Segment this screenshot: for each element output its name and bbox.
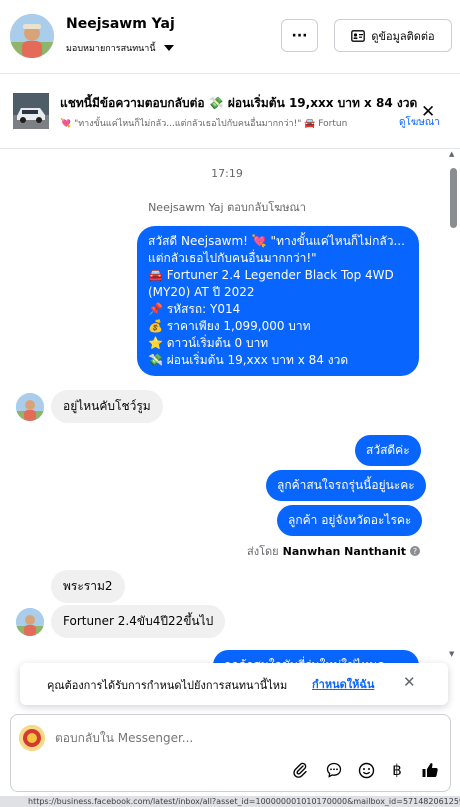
ad-reply-line: 💸 ผ่อนเริ่มต้น 19,xxx บาท x 84 งวด [148, 353, 349, 367]
more-icon: ··· [291, 27, 308, 44]
ad-snippet: 💘 "ทางขั้นแค่ไหนก็ไม่กลัว...แต่กลัวเธอไป… [60, 119, 348, 129]
customer-avatar-small[interactable] [16, 393, 44, 421]
ad-reply-line: แต่กลัวเธอไปกับคนอื่นมากกว่า!" [148, 251, 317, 265]
ad-reply-line: (MY20) AT ปี 2022 [148, 285, 255, 299]
customer-avatar[interactable] [10, 14, 54, 58]
close-icon[interactable]: ✕ [403, 673, 416, 691]
reply-input[interactable] [55, 731, 435, 745]
emoji-icon[interactable] [355, 759, 377, 781]
assign-label: มอบหมายการสนทนานี้ [66, 44, 156, 54]
info-icon[interactable]: ? [410, 546, 420, 556]
sent-by-prefix: ส่งโดย [247, 545, 279, 558]
ad-reply-line: 🚘 Fortuner 2.4 Legender Black Top 4WD [148, 268, 394, 282]
more-button[interactable]: ··· [281, 19, 318, 52]
ad-reply-line: ⭐ ดาวน์เริ่มต้น 0 บาท [148, 336, 269, 350]
customer-avatar-small[interactable] [16, 608, 44, 636]
outgoing-message: สวัสดีค่ะ [355, 435, 421, 466]
chat-scrollbar[interactable]: ▲ ▼ [449, 150, 458, 662]
incoming-message: Fortuner 2.4ขับ4ปี22ขึ้นไป [51, 605, 226, 638]
page-avatar [19, 725, 45, 751]
assign-to-me-link[interactable]: กำหนดให้ฉัน [312, 675, 374, 693]
incoming-message: อยู่ไหนคับโชว์รูม [51, 390, 163, 423]
outgoing-message: ลูกค้า อยู่จังหวัดอะไรคะ [277, 505, 423, 536]
outgoing-message: ลูกค้าสนใจรถรุ่นนี้อยู่นะคะ [266, 470, 426, 501]
message-timestamp: 17:19 [211, 167, 243, 180]
assign-prompt-text: คุณต้องการได้รับการกำหนดไปยังการสนทนานี้… [47, 679, 288, 692]
ad-title: แชทนี้มีข้อความตอบกลับต่อ 💸 ผ่อนเริ่มต้น… [60, 96, 418, 110]
message-composer: ฿ [10, 714, 451, 792]
ad-reply-line: สวัสดี Neejsawm! 💘 "ทางขั้นแค่ไหนก็ไม่กล… [148, 234, 405, 248]
chevron-down-icon [163, 45, 174, 51]
sent-by-label: ส่งโดย Nanwhan Nanthanit ? [247, 542, 420, 560]
payment-icon[interactable]: ฿ [386, 759, 408, 781]
view-contact-label: ดูข้อมูลติดต่อ [371, 29, 435, 43]
view-ad-link[interactable]: ดูโฆษณา [399, 115, 440, 130]
replied-to-ad-label: Neejsawm Yaj ตอบกลับโฆษณา [148, 201, 306, 214]
scroll-down-icon[interactable]: ▼ [449, 650, 454, 658]
scrollbar-thumb[interactable] [450, 168, 457, 228]
conversation-panel: Neejsawm Yaj มอบหมายการสนทนานี้ ··· ดูข้… [0, 0, 460, 807]
saved-reply-icon[interactable] [323, 759, 345, 781]
contact-card-icon [351, 29, 366, 42]
scroll-up-icon[interactable]: ▲ [449, 150, 454, 158]
browser-status-bar: https://business.facebook.com/latest/inb… [0, 796, 460, 807]
incoming-message: พระราม2 [51, 570, 125, 603]
ad-thumbnail [13, 93, 49, 129]
ad-reply-message: สวัสดี Neejsawm! 💘 "ทางขั้นแค่ไหนก็ไม่กล… [137, 226, 419, 376]
assign-prompt: คุณต้องการได้รับการกำหนดไปยังการสนทนานี้… [20, 663, 448, 705]
ad-reply-line: 💰 ราคาเพียง 1,099,000 บาท [148, 319, 311, 333]
customer-name[interactable]: Neejsawm Yaj [66, 16, 175, 32]
ad-reply-line: 📌 รหัสรถ: Y014 [148, 302, 241, 316]
message-thread: 17:19 Neejsawm Yaj ตอบกลับโฆษณา สวัสดี N… [0, 150, 460, 712]
ad-context-banner: แชทนี้มีข้อความตอบกลับต่อ 💸 ผ่อนเริ่มต้น… [0, 75, 460, 149]
like-icon[interactable] [419, 759, 441, 781]
conversation-header: Neejsawm Yaj มอบหมายการสนทนานี้ ··· ดูข้… [0, 0, 460, 74]
status-url: https://business.facebook.com/latest/inb… [28, 797, 460, 806]
attachment-icon[interactable] [289, 759, 311, 781]
sent-by-name: Nanwhan Nanthanit [282, 544, 406, 558]
view-contact-button[interactable]: ดูข้อมูลติดต่อ [334, 19, 452, 52]
assign-dropdown[interactable]: มอบหมายการสนทนานี้ [66, 41, 174, 55]
